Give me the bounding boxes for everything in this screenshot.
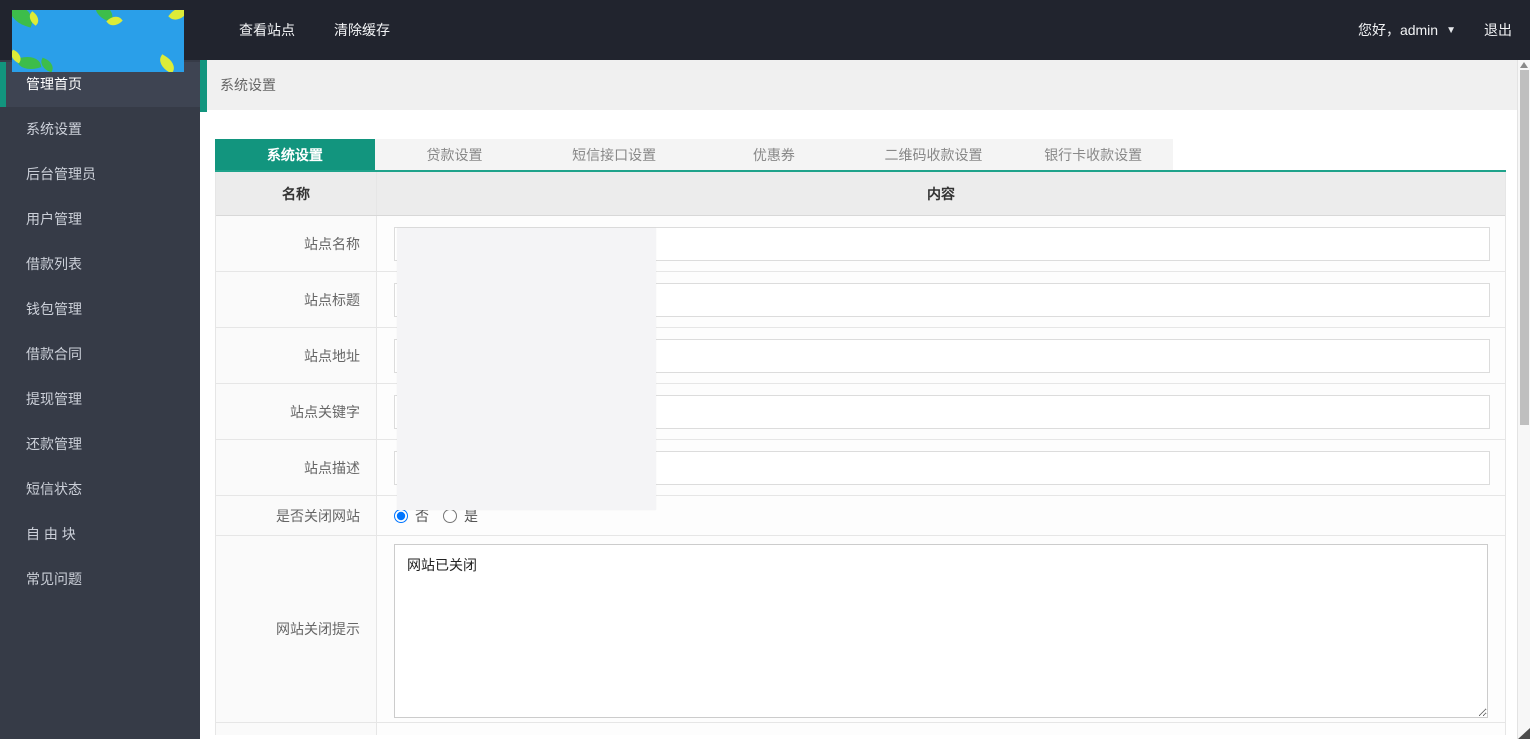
leaf-icon <box>156 54 178 72</box>
sidebar-item-sms-status[interactable]: 短信状态 <box>0 467 200 512</box>
sidebar-item-withdrawal-management[interactable]: 提现管理 <box>0 377 200 422</box>
sidebar-item-repayment-management[interactable]: 还款管理 <box>0 422 200 467</box>
site-logo[interactable] <box>12 10 184 72</box>
scrollbar-thumb[interactable] <box>1520 70 1529 425</box>
field-label: 是否关闭网站 <box>216 496 377 535</box>
tab-sms-api-settings[interactable]: 短信接口设置 <box>534 139 694 172</box>
field-label: 网站关闭提示 <box>216 536 377 722</box>
tab-qrcode-payment-settings[interactable]: 二维码收款设置 <box>854 139 1014 172</box>
sidebar-item-loan-list[interactable]: 借款列表 <box>0 242 200 287</box>
scroll-corner-icon[interactable] <box>1518 728 1530 739</box>
tab-loan-settings[interactable]: 贷款设置 <box>375 139 535 172</box>
table-row-partial <box>216 723 1505 735</box>
main-content: 系统设置 系统设置 贷款设置 短信接口设置 优惠券 二维码收款设置 银行卡收款设… <box>200 60 1530 739</box>
leaf-icon <box>168 10 184 24</box>
sidebar-item-system-settings[interactable]: 系统设置 <box>0 107 200 152</box>
field-label: 站点标题 <box>216 272 377 327</box>
close-message-textarea[interactable]: 网站已关闭 <box>394 544 1488 718</box>
active-item-indicator <box>200 60 207 112</box>
breadcrumb: 系统设置 <box>200 60 1530 110</box>
field-label: 站点描述 <box>216 440 377 495</box>
top-bar: 查看站点 清除缓存 您好，admin ▼ 退出 <box>0 0 1530 60</box>
scroll-up-arrow-icon[interactable] <box>1520 62 1528 68</box>
user-greeting: 您好，admin <box>1357 22 1439 38</box>
field-label: 站点名称 <box>216 216 377 271</box>
logout-button[interactable]: 退出 <box>1484 20 1512 40</box>
sidebar: 管理首页 系统设置 后台管理员 用户管理 借款列表 钱包管理 借款合同 提现管理… <box>0 60 200 739</box>
nav-view-site[interactable]: 查看站点 <box>239 0 295 60</box>
column-header-name: 名称 <box>216 172 377 215</box>
sidebar-item-wallet-management[interactable]: 钱包管理 <box>0 287 200 332</box>
sidebar-item-faq[interactable]: 常见问题 <box>0 557 200 602</box>
leaf-icon <box>38 57 56 72</box>
field-label: 站点关键字 <box>216 384 377 439</box>
redacted-overlay <box>397 228 656 510</box>
sidebar-item-loan-contract[interactable]: 借款合同 <box>0 332 200 377</box>
vertical-scrollbar[interactable] <box>1517 60 1530 739</box>
radio-no[interactable] <box>394 508 408 523</box>
tab-coupons[interactable]: 优惠券 <box>694 139 854 172</box>
tab-bankcard-payment-settings[interactable]: 银行卡收款设置 <box>1013 139 1173 172</box>
radio-yes[interactable] <box>443 508 457 523</box>
tab-bar: 系统设置 贷款设置 短信接口设置 优惠券 二维码收款设置 银行卡收款设置 <box>215 139 1173 172</box>
table-header-row: 名称 内容 <box>216 172 1505 216</box>
tab-system-settings[interactable]: 系统设置 <box>215 139 375 172</box>
sidebar-item-backend-admins[interactable]: 后台管理员 <box>0 152 200 197</box>
chevron-down-icon: ▼ <box>1446 24 1456 36</box>
nav-clear-cache[interactable]: 清除缓存 <box>334 0 390 60</box>
field-label: 站点地址 <box>216 328 377 383</box>
user-menu[interactable]: 您好，admin ▼ <box>1358 20 1456 40</box>
column-header-content: 内容 <box>927 185 955 202</box>
sidebar-item-user-management[interactable]: 用户管理 <box>0 197 200 242</box>
sidebar-item-free-block[interactable]: 自 由 块 <box>0 512 200 557</box>
table-row-close-message: 网站关闭提示 网站已关闭 <box>216 536 1505 723</box>
